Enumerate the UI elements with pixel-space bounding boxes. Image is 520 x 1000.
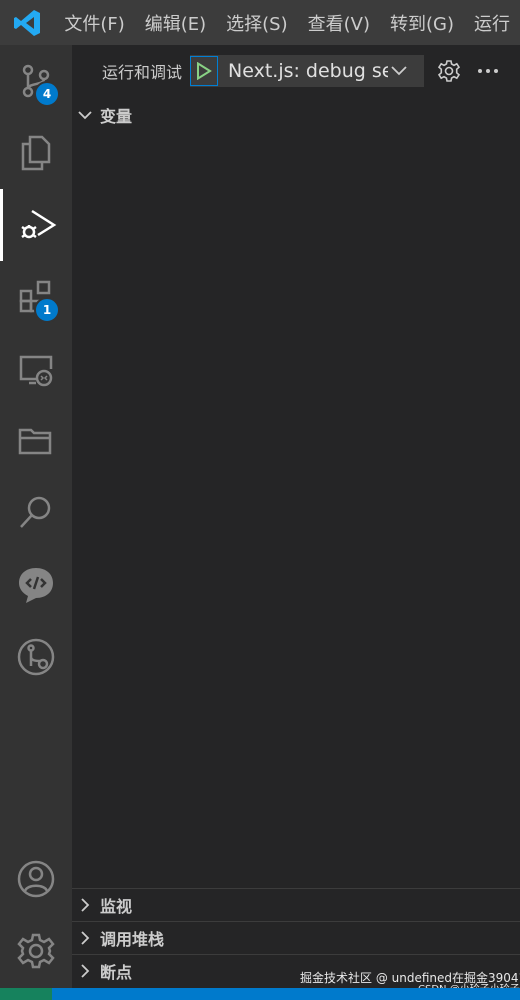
gear-icon (437, 60, 461, 82)
open-launch-json-button[interactable] (436, 58, 462, 84)
activity-chat-code[interactable] (0, 549, 72, 621)
explorer-icon (21, 135, 51, 171)
source-control-badge: 4 (34, 81, 60, 107)
run-debug-icon (20, 209, 56, 239)
activity-extensions[interactable]: 1 (0, 261, 72, 333)
activity-settings[interactable] (0, 915, 72, 987)
run-debug-sidebar: 运行和调试 Next.js: debug server-side (72, 45, 520, 995)
debug-toolbar: 运行和调试 Next.js: debug server-side (72, 45, 520, 97)
menu-selection[interactable]: 选择(S) (216, 0, 297, 45)
chevron-right-icon (81, 930, 90, 945)
settings-gear-icon (17, 933, 55, 969)
activity-folder[interactable] (0, 405, 72, 477)
activity-explorer[interactable] (0, 117, 72, 189)
git-graph-icon (17, 638, 55, 676)
activity-search[interactable] (0, 477, 72, 549)
call-stack-label: 调用堆栈 (100, 929, 165, 949)
menu-view[interactable]: 查看(V) (298, 0, 380, 45)
activity-source-control[interactable]: 4 (0, 45, 72, 117)
debug-config-name: Next.js: debug server-side (228, 60, 389, 82)
watch-label: 监视 (100, 896, 133, 916)
breakpoints-label: 断点 (100, 962, 133, 982)
variables-section-header[interactable]: 变量 (72, 99, 520, 131)
activity-remote-explorer[interactable] (0, 333, 72, 405)
search-icon (20, 496, 51, 528)
menu-edit[interactable]: 编辑(E) (135, 0, 216, 45)
chevron-down-icon (78, 111, 92, 120)
activity-run-debug[interactable] (0, 189, 72, 261)
variables-label: 变量 (100, 107, 133, 126)
play-icon (197, 62, 212, 80)
remote-indicator[interactable] (0, 988, 52, 1000)
vscode-logo-icon (0, 0, 54, 45)
activity-bar: 4 1 (0, 45, 72, 988)
account-icon (17, 860, 55, 898)
debug-config-select[interactable]: Next.js: debug server-side (190, 55, 425, 87)
extensions-badge: 1 (34, 297, 60, 323)
watch-section-header[interactable]: 监视 (72, 888, 520, 920)
menu-bar: 文件(F) 编辑(E) 选择(S) 查看(V) 转到(G) 运行 (0, 0, 520, 45)
more-actions-button[interactable] (475, 58, 501, 84)
status-bar (0, 988, 520, 1000)
menu-file[interactable]: 文件(F) (54, 0, 134, 45)
chevron-down-icon (391, 66, 407, 76)
call-stack-section-header[interactable]: 调用堆栈 (72, 921, 520, 953)
folder-icon (18, 428, 52, 455)
chat-code-icon (19, 568, 53, 603)
more-icon (478, 69, 498, 73)
activity-account[interactable] (0, 843, 72, 915)
menu-go[interactable]: 转到(G) (380, 0, 464, 45)
chevron-right-icon (81, 897, 90, 912)
chevron-right-icon (81, 963, 90, 978)
menu-run[interactable]: 运行 (464, 0, 520, 45)
activity-git-graph[interactable] (0, 621, 72, 693)
start-debugging-button[interactable] (190, 56, 219, 86)
remote-explorer-icon (19, 355, 53, 387)
run-debug-title: 运行和调试 (102, 63, 183, 82)
